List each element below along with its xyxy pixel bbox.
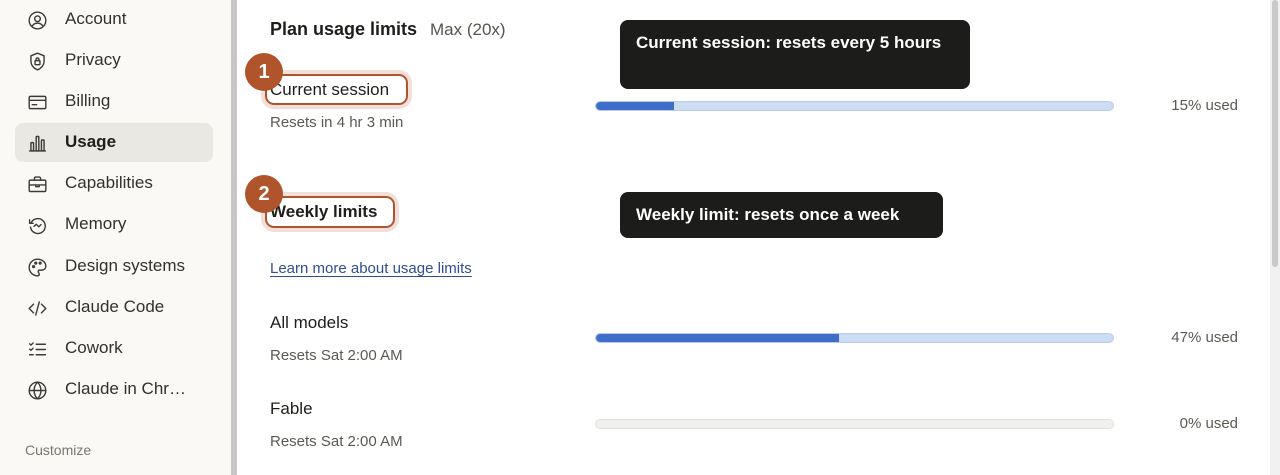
annotation-badge-2: 2 bbox=[245, 175, 283, 213]
fable-reset-text: Resets Sat 2:00 AM bbox=[270, 433, 403, 450]
plan-name: Max (20x) bbox=[430, 20, 506, 39]
sidebar-item-label: Account bbox=[65, 9, 127, 28]
weekly-limits-highlight bbox=[265, 196, 395, 228]
sidebar-item-label: Privacy bbox=[65, 50, 121, 69]
all-models-progress-fill bbox=[596, 334, 839, 342]
main-scrollbar-thumb[interactable] bbox=[1272, 0, 1278, 267]
code-icon bbox=[26, 297, 48, 319]
sidebar-item-label: Usage bbox=[65, 132, 117, 151]
account-icon bbox=[26, 9, 48, 31]
sidebar-item-capabilities[interactable]: Capabilities bbox=[15, 164, 213, 203]
page-title: Plan usage limits bbox=[270, 19, 418, 39]
sidebar-item-label: Cowork bbox=[65, 338, 123, 357]
settings-window: Account Privacy Billing Usage Capabiliti… bbox=[0, 0, 1280, 475]
learn-more-usage-limits-link[interactable]: Learn more about usage limits bbox=[270, 260, 472, 277]
sidebar-item-label: Claude Code bbox=[65, 297, 165, 316]
design-palette-icon bbox=[26, 256, 48, 278]
sidebar-item-cowork[interactable]: Cowork bbox=[15, 329, 213, 368]
sidebar-item-label: Design systems bbox=[65, 256, 185, 275]
all-models-percent: 47% used bbox=[1171, 329, 1238, 346]
billing-card-icon bbox=[26, 91, 48, 113]
sidebar-item-privacy[interactable]: Privacy bbox=[15, 41, 213, 80]
sidebar-item-label: Memory bbox=[65, 214, 127, 233]
current-session-progress-fill bbox=[596, 102, 674, 110]
fable-progress-bar bbox=[595, 419, 1114, 429]
capabilities-briefcase-icon bbox=[26, 173, 48, 195]
fable-title: Fable bbox=[270, 399, 313, 418]
sidebar-section-customize: Customize bbox=[25, 442, 92, 458]
sidebar-item-memory[interactable]: Memory bbox=[15, 205, 213, 244]
sidebar-item-design-systems[interactable]: Design systems bbox=[15, 247, 213, 286]
sidebar-item-label: Claude in Chr… bbox=[65, 379, 186, 398]
privacy-shield-icon bbox=[26, 50, 48, 72]
annotation-badge-1: 1 bbox=[245, 53, 283, 91]
sidebar-item-label: Capabilities bbox=[65, 173, 153, 192]
current-session-highlight bbox=[265, 74, 408, 105]
current-session-percent: 15% used bbox=[1171, 97, 1238, 114]
sidebar-scrollbar[interactable] bbox=[231, 0, 237, 475]
current-session-reset-text: Resets in 4 hr 3 min bbox=[270, 114, 404, 131]
sidebar-item-claude-in-chrome[interactable]: Claude in Chr… bbox=[15, 370, 213, 409]
sidebar-item-billing[interactable]: Billing bbox=[15, 82, 213, 121]
globe-icon bbox=[26, 379, 48, 401]
all-models-title: All models bbox=[270, 313, 349, 332]
sidebar-item-usage[interactable]: Usage bbox=[15, 123, 213, 162]
all-models-reset-text: Resets Sat 2:00 AM bbox=[270, 347, 403, 364]
usage-bar-chart-icon bbox=[26, 132, 48, 154]
cowork-checklist-icon bbox=[26, 338, 48, 360]
sidebar-item-claude-code[interactable]: Claude Code bbox=[15, 288, 213, 327]
sidebar-item-account[interactable]: Account bbox=[15, 0, 213, 39]
sidebar-item-label: Billing bbox=[65, 91, 111, 110]
fable-percent: 0% used bbox=[1179, 415, 1238, 432]
tooltip-weekly-limit: Weekly limit: resets once a week bbox=[620, 192, 943, 238]
current-session-progress-bar bbox=[595, 101, 1114, 111]
tooltip-current-session: Current session: resets every 5 hours bbox=[620, 20, 970, 89]
memory-icon bbox=[26, 214, 48, 236]
all-models-progress-bar bbox=[595, 333, 1114, 343]
settings-sidebar: Account Privacy Billing Usage Capabiliti… bbox=[0, 0, 231, 475]
